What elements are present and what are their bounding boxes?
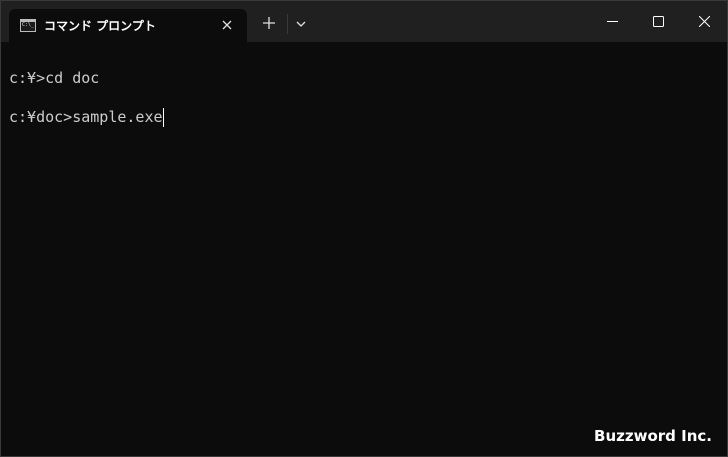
dropdown-button[interactable]	[293, 16, 309, 32]
plus-icon	[263, 17, 275, 29]
watermark: Buzzword Inc.	[594, 427, 712, 445]
tab-command-prompt[interactable]: コマンド プロンプト	[9, 9, 247, 42]
maximize-button[interactable]	[635, 1, 681, 42]
close-icon	[699, 16, 710, 27]
maximize-icon	[653, 16, 664, 27]
close-button[interactable]	[681, 1, 727, 42]
terminal-line: c:¥doc>sample.exe	[9, 108, 164, 127]
tab-close-button[interactable]	[219, 17, 235, 33]
tab-separator	[287, 14, 288, 34]
new-tab-button[interactable]	[261, 15, 277, 31]
tab-title: コマンド プロンプト	[44, 19, 156, 33]
terminal-window: コマンド プロンプト	[0, 0, 728, 457]
terminal-line: c:¥>cd doc	[9, 69, 100, 87]
minimize-icon	[607, 21, 618, 22]
minimize-button[interactable]	[589, 1, 635, 42]
chevron-down-icon	[296, 21, 306, 27]
title-bar[interactable]: コマンド プロンプト	[1, 1, 727, 42]
text-cursor	[162, 108, 164, 127]
close-icon	[222, 20, 232, 30]
cmd-prompt-icon	[20, 19, 36, 32]
terminal-line-text: c:¥doc>sample.exe	[9, 108, 163, 126]
